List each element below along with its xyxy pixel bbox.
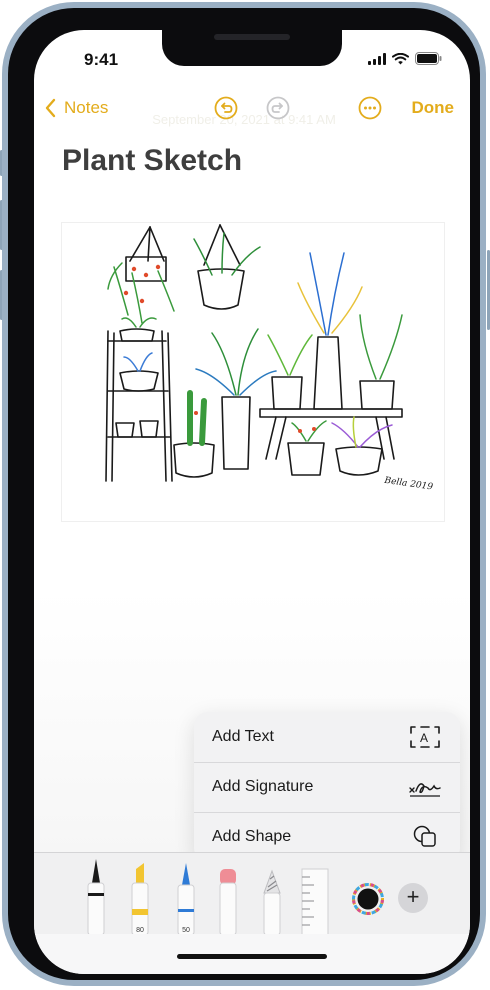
add-signature-label: Add Signature xyxy=(212,778,314,795)
battery-icon xyxy=(415,52,442,65)
redo-icon[interactable] xyxy=(266,96,290,120)
home-indicator[interactable] xyxy=(177,954,327,959)
status-icons xyxy=(368,52,442,65)
pencil-tool[interactable]: 50 xyxy=(174,853,198,935)
add-shape-label: Add Shape xyxy=(212,828,292,845)
cellular-signal-icon xyxy=(368,52,386,65)
pencil-size-label: 50 xyxy=(182,927,190,934)
notes-back-button[interactable]: Notes xyxy=(44,94,108,122)
add-popover-menu: Add Text A Add Signature Add Shape xyxy=(194,712,460,862)
lasso-tool[interactable] xyxy=(260,853,284,935)
done-button[interactable]: Done xyxy=(412,98,455,118)
color-picker-icon[interactable] xyxy=(352,883,384,915)
marker-size-label: 80 xyxy=(136,927,144,934)
plant-sketch-drawing[interactable]: Bella 2019 xyxy=(61,222,445,522)
chevron-left-icon xyxy=(45,98,56,118)
lasso-icon xyxy=(263,869,281,935)
ruler-tool[interactable] xyxy=(300,853,330,935)
more-icon[interactable] xyxy=(358,96,382,120)
markup-toolbar: 80 50 + xyxy=(34,852,470,935)
status-time: 9:41 xyxy=(84,50,119,69)
marker-tool[interactable]: 80 xyxy=(128,853,152,935)
marker-icon xyxy=(131,863,149,935)
wifi-icon xyxy=(392,52,409,64)
signature-icon xyxy=(409,783,441,797)
shapes-icon xyxy=(413,825,436,847)
add-text-item[interactable]: Add Text A xyxy=(194,712,460,762)
pencil-icon xyxy=(177,863,195,935)
eraser-icon xyxy=(219,869,237,935)
svg-text:A: A xyxy=(420,731,428,745)
add-button[interactable]: + xyxy=(398,883,428,913)
phone-screen: 9:41 September 20, 2021 at 9:41 AM Notes… xyxy=(34,30,470,974)
note-title: Plant Sketch xyxy=(62,144,243,177)
ruler-icon xyxy=(301,868,329,935)
eraser-tool[interactable] xyxy=(216,853,240,935)
add-text-label: Add Text xyxy=(212,728,274,745)
speaker-grille xyxy=(214,34,290,40)
sketch-signature: Bella 2019 xyxy=(383,476,434,493)
undo-icon[interactable] xyxy=(214,96,238,120)
phone-bezel: 9:41 September 20, 2021 at 9:41 AM Notes… xyxy=(8,8,480,980)
add-signature-item[interactable]: Add Signature xyxy=(194,762,460,812)
note-date: September 20, 2021 at 9:41 AM xyxy=(152,112,336,127)
phone-frame: 9:41 September 20, 2021 at 9:41 AM Notes… xyxy=(2,2,486,986)
notes-back-label: Notes xyxy=(64,98,109,117)
plant-sketch-illustration: Bella 2019 xyxy=(105,224,434,493)
nav-bar: September 20, 2021 at 9:41 AM Notes Done xyxy=(34,94,470,127)
home-indicator-area xyxy=(34,934,470,974)
text-box-icon: A xyxy=(410,726,440,748)
pen-tool[interactable] xyxy=(84,853,108,935)
pen-icon xyxy=(87,859,105,935)
